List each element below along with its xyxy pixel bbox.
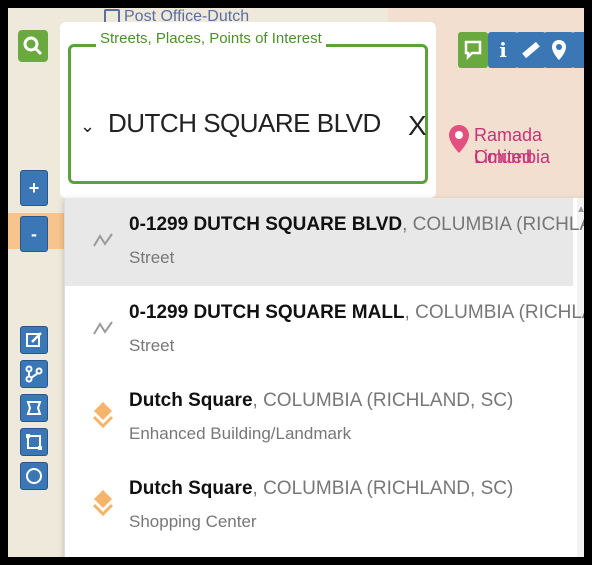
result-type: Street xyxy=(129,336,175,355)
result-type: Street xyxy=(129,248,175,267)
landmark-icon xyxy=(91,490,115,517)
result-location: , COLUMBIA (RICHLAND, SC) xyxy=(252,478,514,499)
map-pin-icon xyxy=(449,125,469,153)
rectangle-tool-button[interactable] xyxy=(20,428,48,456)
search-panel: Streets, Places, Points of Interest ⌄ DU… xyxy=(60,22,436,198)
result-type: Shopping Center xyxy=(129,512,257,531)
landmark-icon xyxy=(91,402,115,429)
street-icon xyxy=(91,228,115,252)
circle-tool-button[interactable] xyxy=(20,462,48,490)
ruler-icon xyxy=(522,41,540,59)
circle-icon xyxy=(26,468,42,484)
rectangle-icon xyxy=(26,434,42,450)
polygon-tool-button[interactable] xyxy=(20,394,48,422)
result-name: Dutch Square xyxy=(129,390,253,411)
map-view[interactable]: Post Office-Dutch Ramada Limited Columbi… xyxy=(8,8,584,557)
search-input[interactable]: DUTCH SQUARE BLVD xyxy=(108,108,381,139)
edit-icon xyxy=(26,332,42,347)
result-name: 0-1299 DUTCH SQUARE BLVD xyxy=(129,214,403,235)
street-icon xyxy=(91,316,115,340)
comment-icon xyxy=(464,40,482,60)
result-item[interactable]: 0-1299 DUTCH SQUARE BLVD, COLUMBIA (RICH… xyxy=(65,198,584,286)
result-item[interactable]: Dutch Square, COLUMBIA (RICHLAND, SC) Sh… xyxy=(65,462,573,550)
info-button[interactable]: i xyxy=(488,32,518,68)
minus-icon: - xyxy=(31,223,37,244)
zoom-out-button[interactable]: - xyxy=(20,216,48,252)
search-button[interactable] xyxy=(18,30,48,62)
location-pin-icon xyxy=(552,40,566,60)
result-location: , COLUMBIA (RICHLAND, SC) xyxy=(252,390,514,411)
plus-icon: + xyxy=(28,177,40,198)
result-item[interactable]: 0-1299 DUTCH SQUARE MALL, COLUMBIA (RICH… xyxy=(65,286,584,374)
navigate-button[interactable]: ↑ xyxy=(572,32,584,68)
arrow-up-icon: ↑ xyxy=(582,39,584,62)
zoom-in-button[interactable]: + xyxy=(20,170,48,206)
line-tool-button[interactable] xyxy=(20,360,48,388)
polyline-icon xyxy=(25,365,43,383)
search-results-list: ▲ 0-1299 DUTCH SQUARE BLVD, COLUMBIA (RI… xyxy=(64,198,584,557)
result-type: Enhanced Building/Landmark xyxy=(129,424,352,443)
poi-hotel-city: Columbia xyxy=(474,147,551,167)
result-name: Dutch Square xyxy=(129,478,253,499)
result-location: , COLUMBIA (RICHLAND, SC) xyxy=(404,302,584,323)
polygon-icon xyxy=(26,401,42,415)
result-name: 0-1299 DUTCH SQUARE MALL xyxy=(129,302,405,323)
search-icon xyxy=(23,36,43,56)
scrollbar[interactable]: ▲ xyxy=(576,198,584,557)
result-location: , COLUMBIA (RICHLAND, SC) xyxy=(402,214,584,235)
result-item[interactable]: Dutch Square, COLUMBIA (RICHLAND, SC) En… xyxy=(65,374,573,462)
location-button[interactable] xyxy=(544,32,574,68)
comment-button[interactable] xyxy=(458,32,488,68)
chevron-down-icon[interactable]: ⌄ xyxy=(80,116,95,137)
clear-search-button[interactable]: X xyxy=(408,110,427,142)
search-legend: Streets, Places, Points of Interest xyxy=(96,30,326,47)
edit-tool-button[interactable] xyxy=(20,326,48,354)
measure-button[interactable] xyxy=(516,32,546,68)
info-icon: i xyxy=(499,38,507,62)
